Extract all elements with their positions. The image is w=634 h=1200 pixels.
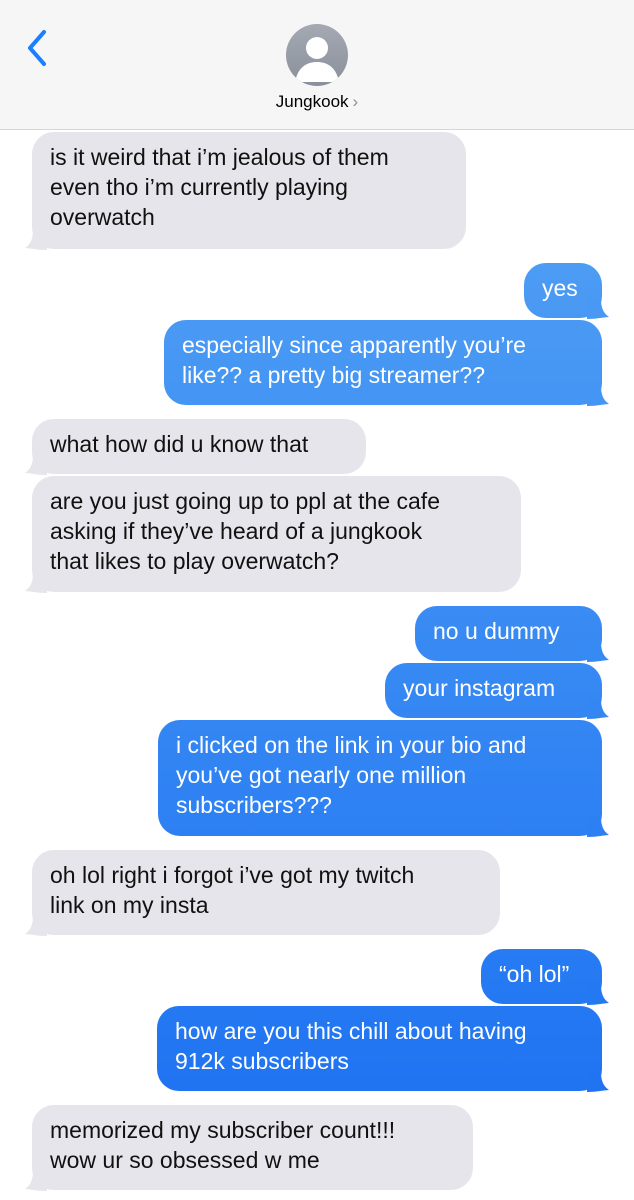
bubble-tail [25,573,47,593]
incoming-message-bubble[interactable]: is it weird that i’m jealous of them eve… [25,132,466,250]
chevron-right-icon: › [352,92,359,111]
back-button[interactable] [20,24,60,72]
conversation-header: Jungkook › [0,0,634,130]
bubble-tail [25,916,47,936]
bubble-tail [587,642,609,662]
outgoing-message-bubble[interactable]: no u dummy [415,606,609,662]
message-text: are you just going up to ppl at the cafe… [50,488,440,574]
bubble-tail [25,1171,47,1191]
chevron-left-icon [28,30,46,66]
message-text: “oh lol” [499,961,570,987]
message-text: is it weird that i’m jealous of them eve… [50,144,389,230]
bubble-tail [587,299,609,319]
outgoing-message-bubble[interactable]: how are you this chill about having 912k… [157,1006,609,1092]
message-text: i clicked on the link in your bio and yo… [176,732,527,818]
message-text: no u dummy [433,618,560,644]
message-text: how are you this chill about having 912k… [175,1018,527,1074]
contact-name-row[interactable]: Jungkook › [0,92,634,112]
message-text: oh lol right i forgot i’ve got my twitch… [50,862,415,918]
outgoing-message-bubble[interactable]: your instagram [385,663,609,719]
message-text: what how did u know that [50,431,309,457]
avatar[interactable] [286,24,348,86]
bubble-tail [587,817,609,837]
incoming-message-bubble[interactable]: what how did u know that [25,419,366,475]
bubble-tail [587,1072,609,1092]
contact-name: Jungkook [275,92,349,111]
bubble-tail [587,985,609,1005]
bubble-tail [587,699,609,719]
outgoing-message-bubble[interactable]: especially since apparently you’re like?… [164,320,609,406]
outgoing-message-bubble[interactable]: “oh lol” [481,949,609,1005]
incoming-message-bubble[interactable]: memorized my subscriber count!!! wow ur … [25,1105,473,1191]
outgoing-message-bubble[interactable]: i clicked on the link in your bio and yo… [158,720,609,837]
message-text: memorized my subscriber count!!! wow ur … [50,1117,396,1173]
message-text: yes [542,275,578,301]
bubble-tail [587,386,609,406]
bubble-tail [25,230,47,250]
message-text: especially since apparently you’re like?… [182,332,526,388]
incoming-message-bubble[interactable]: are you just going up to ppl at the cafe… [25,476,521,593]
incoming-message-bubble[interactable]: oh lol right i forgot i’ve got my twitch… [25,850,500,936]
person-silhouette-icon [295,37,339,82]
outgoing-message-bubble[interactable]: yes [524,263,609,319]
bubble-tail [25,455,47,475]
message-text: your instagram [403,675,556,701]
